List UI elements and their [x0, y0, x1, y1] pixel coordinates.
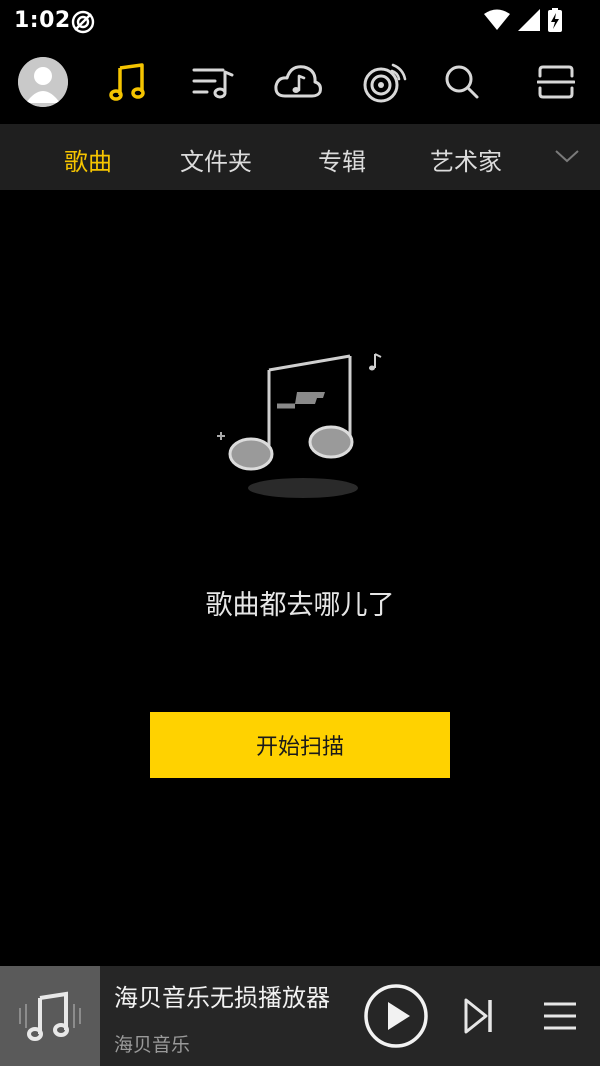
nav-radio-button[interactable] [354, 50, 414, 114]
nav-cloud-button[interactable] [268, 50, 328, 114]
nav-search-button[interactable] [432, 50, 492, 114]
music-note-icon [109, 63, 145, 101]
playlist-icon [192, 68, 234, 99]
status-time: 1:02 [14, 8, 71, 33]
signal-icon [518, 9, 540, 31]
music-note-icon [19, 991, 81, 1041]
chevron-down-icon[interactable] [554, 146, 580, 166]
nav-playlist-button[interactable] [183, 50, 243, 114]
album-cover[interactable] [0, 966, 100, 1066]
app-notification-icon [71, 10, 95, 34]
status-icons [484, 8, 562, 32]
radio-icon [363, 63, 407, 103]
tab-albums[interactable]: 专辑 [318, 142, 366, 177]
scan-icon [537, 65, 575, 99]
status-bar: 1:02 [0, 0, 600, 44]
category-tabs: 歌曲 文件夹 专辑 艺术家 [0, 124, 600, 190]
wifi-icon [484, 9, 510, 30]
cloud-music-icon [274, 65, 322, 98]
track-title: 海贝音乐无损播放器 [114, 984, 330, 1012]
top-nav [0, 50, 600, 118]
play-button[interactable] [363, 983, 429, 1049]
track-artist: 海贝音乐 [114, 1034, 191, 1056]
battery-icon [548, 8, 562, 32]
nav-songs-button[interactable] [98, 50, 158, 114]
nav-scan-button[interactable] [526, 50, 586, 114]
tab-songs[interactable]: 歌曲 [64, 142, 112, 177]
empty-state-message: 歌曲都去哪儿了 [205, 590, 395, 621]
search-icon [445, 65, 479, 99]
next-track-button[interactable] [460, 996, 496, 1036]
mini-player[interactable]: 海贝音乐无损播放器 海贝音乐 [0, 966, 600, 1066]
empty-music-illustration [217, 353, 382, 498]
tab-folders[interactable]: 文件夹 [180, 142, 252, 177]
start-scan-button[interactable]: 开始扫描 [150, 712, 450, 778]
playlist-menu-button[interactable] [540, 996, 580, 1036]
tab-artists[interactable]: 艺术家 [430, 142, 502, 177]
